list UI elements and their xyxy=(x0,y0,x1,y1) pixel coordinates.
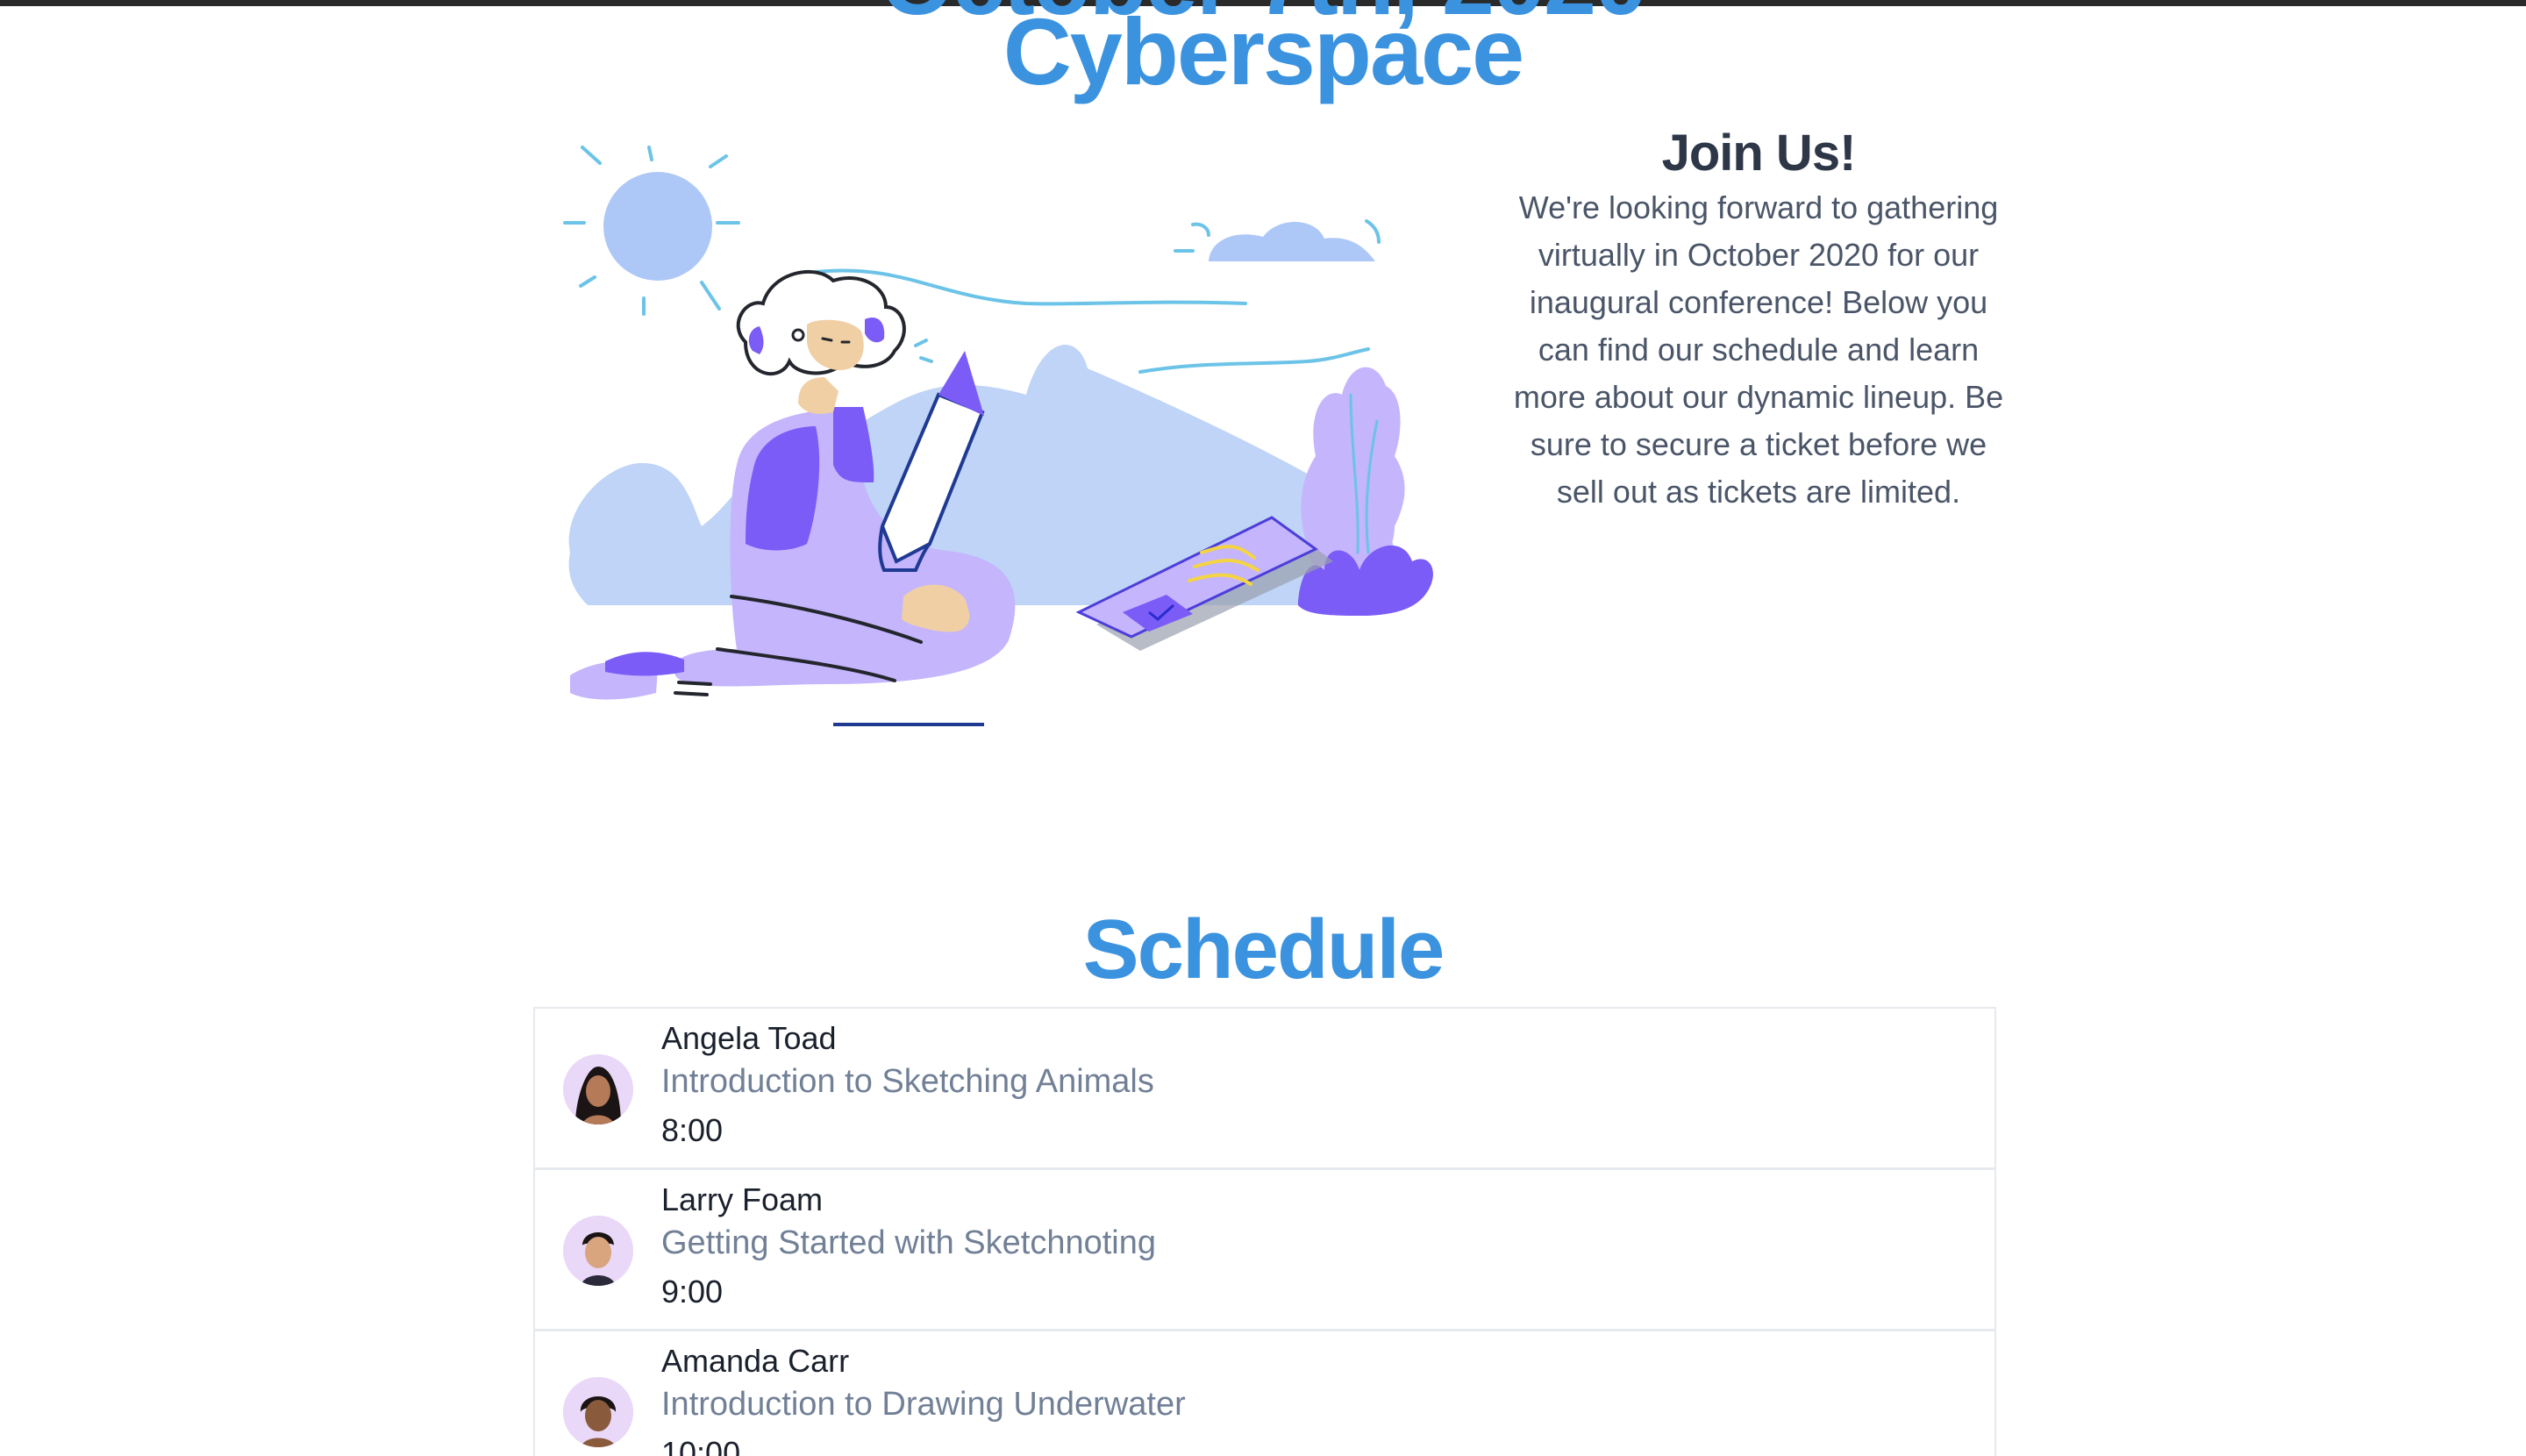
sun-icon xyxy=(563,146,740,316)
speaker-name: Amanda Carr xyxy=(661,1343,850,1379)
speaker-avatar-icon xyxy=(563,1216,633,1286)
avatar xyxy=(563,1216,633,1286)
join-section: Join Us! We're looking forward to gather… xyxy=(1509,123,2009,516)
talk-title: Introduction to Sketching Animals xyxy=(661,1063,1154,1100)
join-heading: Join Us! xyxy=(1661,125,1857,182)
plant-icon xyxy=(1298,367,1433,616)
talk-title: Introduction to Drawing Underwater xyxy=(661,1386,1186,1423)
hero-place: Cyberspace xyxy=(1003,0,1524,104)
avatar xyxy=(563,1377,633,1447)
talk-time: 9:00 xyxy=(661,1274,724,1310)
list-item[interactable]: Angela Toad Introduction to Sketching An… xyxy=(535,1009,1994,1170)
speaker-avatar-icon xyxy=(563,1054,633,1124)
avatar xyxy=(563,1054,633,1124)
speaker-name: Larry Foam xyxy=(661,1181,824,1217)
page: October 7th, 2020 Cyberspace xyxy=(0,0,2526,1456)
list-item[interactable]: Amanda Carr Introduction to Drawing Unde… xyxy=(535,1331,1994,1456)
schedule-title: Schedule xyxy=(1082,903,1445,996)
join-body: We're looking forward to gathering virtu… xyxy=(1513,189,2004,510)
person-drawing-illustration xyxy=(563,146,1433,726)
cloud-icon xyxy=(1174,219,1381,261)
talk-time: 10:00 xyxy=(661,1435,741,1456)
talk-time: 8:00 xyxy=(661,1112,724,1148)
speaker-avatar-icon xyxy=(563,1377,633,1447)
speaker-name: Angela Toad xyxy=(661,1020,837,1056)
schedule-list: Angela Toad Introduction to Sketching An… xyxy=(533,1007,1996,1456)
list-item[interactable]: Larry Foam Getting Started with Sketchno… xyxy=(535,1170,1994,1331)
talk-title: Getting Started with Sketchnoting xyxy=(661,1224,1156,1261)
